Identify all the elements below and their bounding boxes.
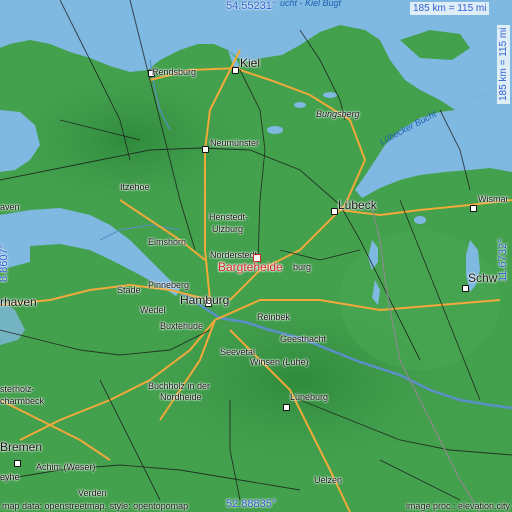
scale-horizontal: 185 km = 115 mi [410, 2, 490, 15]
city-wismar: Wismar [478, 194, 509, 204]
credit-left: map data: openstreetmap, style: opentopo… [2, 501, 189, 511]
city-hamburg: Hamburg [180, 293, 230, 307]
city-buchholz-2: Nordheide [160, 392, 202, 402]
city-osterholz-2: charmbeck [0, 396, 45, 406]
city-geesthacht: Geesthacht [280, 334, 327, 344]
coord-right: 11.6732° [497, 238, 509, 282]
neumuenster-dot [202, 146, 209, 153]
city-bremen: Bremen [0, 440, 43, 454]
city-verden: Verden [78, 488, 107, 498]
city-ulzburg: Ulzburg [212, 224, 244, 234]
city-rendsburg: Rendsburg [152, 67, 197, 77]
city-wedel: Wedel [140, 305, 166, 315]
city-itzehoe: Itzehoe [120, 182, 150, 192]
city-pinneberg: Pinneberg [148, 280, 190, 290]
map-view[interactable]: ucht - Kiel Bugt Lübecker Bucht Rendsbur… [0, 0, 512, 512]
city-lueneburg: Lüneburg [290, 392, 329, 402]
luebeck-dot [331, 208, 338, 215]
city-bungsberg: Bungsberg [316, 109, 360, 119]
kiel-bight-label: ucht - Kiel Bugt [280, 0, 342, 8]
city-osterholz-1: sterholz- [0, 384, 35, 394]
city-henstedt: Henstedt- [209, 212, 249, 222]
wismar-dot [470, 205, 477, 212]
kiel-dot [232, 67, 239, 74]
city-achim: Achim (Weser) [36, 462, 96, 472]
coord-bottom: 52.88835° [226, 498, 277, 510]
city-burg: burg [293, 262, 312, 272]
city-haven: aven [0, 202, 20, 212]
city-luebeck: Lübeck [338, 198, 377, 212]
coord-left: 8.8607° [0, 243, 10, 282]
city-stade: Stade [117, 285, 141, 295]
city-winsen: Winsen (Luhe) [250, 357, 309, 367]
schwerin-dot [462, 285, 469, 292]
city-weyhe: eyhe [0, 472, 20, 482]
city-neumuenster: Neumünster [210, 138, 260, 148]
city-kiel: Kiel [240, 56, 261, 70]
city-buxtehude: Buxtehude [160, 321, 204, 331]
lueneburg-dot [283, 404, 290, 411]
city-uelzen: Uelzen [314, 475, 343, 485]
city-bremerhaven: rhaven [0, 295, 37, 309]
marker-label: Bargteheide [218, 260, 283, 274]
credit-right: image proc.: elevation.city [405, 501, 510, 511]
bremen-dot [14, 460, 21, 467]
city-seevetal: Seevetal [220, 347, 256, 357]
city-elmshorn: Elmshorn [148, 237, 187, 247]
city-buchholz-1: Buchholz in der [148, 381, 211, 391]
city-norderstedt: Norderstedt [210, 250, 258, 260]
scale-vertical: 185 km = 115 mi [497, 24, 510, 104]
coord-top: 54.55231° [226, 0, 277, 12]
city-schwerin: Schw [468, 271, 498, 285]
city-reinbek: Reinbek [257, 312, 291, 322]
